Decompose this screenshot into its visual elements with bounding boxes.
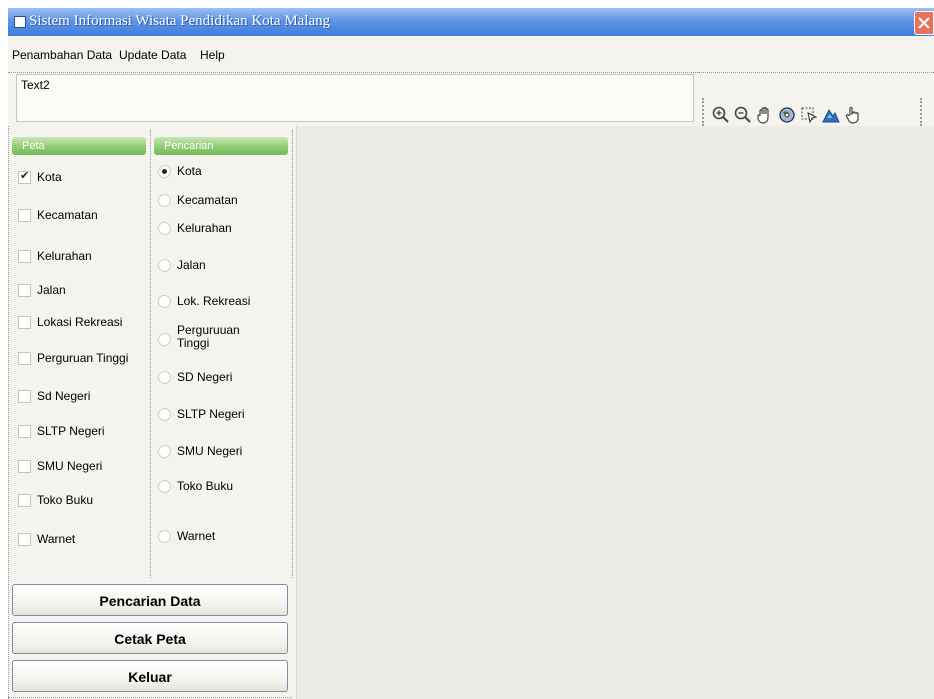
toolbar-grip-right: [920, 98, 922, 126]
app-window: Sistem Informasi Wisata Pendidikan Kota …: [8, 8, 934, 699]
keluar-button[interactable]: Keluar: [12, 660, 288, 692]
radio-button[interactable]: [158, 445, 171, 458]
map-icon[interactable]: [822, 106, 840, 124]
pointer-hand-icon[interactable]: [844, 106, 862, 124]
pan-hand-icon[interactable]: [756, 106, 774, 124]
menu-bar: Penambahan Data Update Data Help: [8, 36, 934, 62]
checkbox[interactable]: [18, 169, 31, 184]
checkbox[interactable]: [18, 352, 31, 365]
checkbox[interactable]: [18, 390, 31, 403]
panel-left-border: [8, 126, 9, 699]
map-toolbar: [698, 72, 934, 134]
menu-penambahan-data[interactable]: Penambahan Data: [12, 48, 112, 62]
text2-field[interactable]: Text2: [16, 74, 694, 122]
radio-button[interactable]: [158, 530, 171, 543]
checkbox[interactable]: [18, 284, 31, 297]
app-icon: [14, 16, 26, 28]
title-bar: Sistem Informasi Wisata Pendidikan Kota …: [8, 8, 934, 36]
menu-help[interactable]: Help: [200, 48, 225, 62]
select-icon[interactable]: [800, 106, 818, 124]
radio-button[interactable]: [158, 259, 171, 272]
radio-button[interactable]: [158, 194, 171, 207]
radio-button[interactable]: [158, 222, 171, 235]
pencarian-header: Pencarian: [154, 137, 288, 155]
radio-button[interactable]: [158, 295, 171, 308]
window-title: Sistem Informasi Wisata Pendidikan Kota …: [29, 13, 331, 29]
menu-update-data[interactable]: Update Data: [119, 48, 186, 62]
close-icon: [918, 17, 930, 29]
toolbar-grip-left: [702, 98, 704, 126]
peta-header: Peta: [12, 137, 146, 155]
checkbox[interactable]: [18, 425, 31, 438]
cetak-peta-button[interactable]: Cetak Peta: [12, 622, 288, 654]
checkbox[interactable]: [18, 460, 31, 473]
checkbox[interactable]: [18, 209, 31, 222]
column-divider: [150, 130, 151, 578]
full-extent-icon[interactable]: [778, 106, 796, 124]
radio-button[interactable]: [158, 165, 171, 178]
zoom-in-icon[interactable]: [712, 106, 730, 124]
radio-button[interactable]: [158, 371, 171, 384]
radio-button[interactable]: [158, 480, 171, 493]
checkbox[interactable]: [18, 250, 31, 263]
zoom-out-icon[interactable]: [734, 106, 752, 124]
radio-button[interactable]: [158, 333, 171, 346]
panel-right-border: [292, 130, 293, 578]
close-button[interactable]: [914, 11, 934, 35]
panel-bottom-border: [8, 697, 292, 698]
map-canvas[interactable]: [296, 126, 934, 699]
checkbox[interactable]: [18, 316, 31, 329]
checkbox[interactable]: [18, 494, 31, 507]
checkbox[interactable]: [18, 533, 31, 546]
pencarian-data-button[interactable]: Pencarian Data: [12, 584, 288, 616]
toolbar-divider: [698, 72, 934, 73]
layer-panel: Peta Pencarian Kota Kecamatan Kelurahan …: [8, 126, 296, 699]
radio-button[interactable]: [158, 408, 171, 421]
